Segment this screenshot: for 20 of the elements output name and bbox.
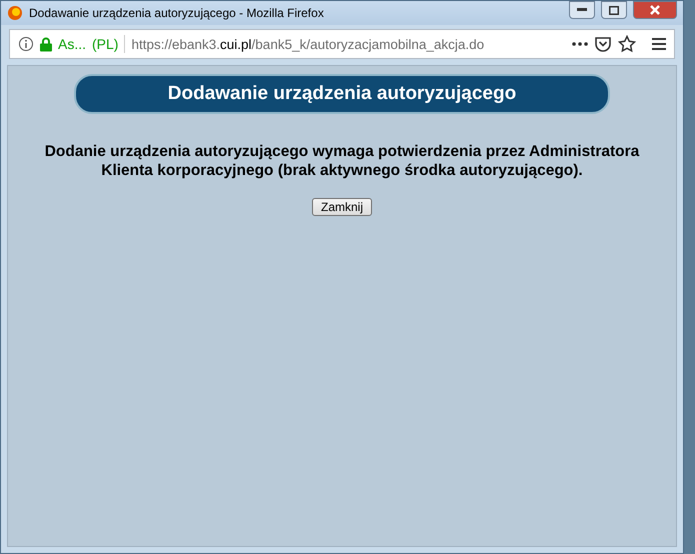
star-icon[interactable] <box>618 35 636 53</box>
maximize-icon <box>609 6 619 14</box>
more-icon[interactable] <box>572 42 588 46</box>
window-title: Dodawanie urządzenia autoryzującego - Mozilla Firefox <box>29 6 325 20</box>
pocket-icon[interactable] <box>594 36 612 52</box>
menu-icon[interactable] <box>652 38 666 50</box>
info-icon[interactable] <box>18 36 34 52</box>
firefox-logo-icon <box>7 5 23 21</box>
close-icon <box>650 5 660 15</box>
close-button[interactable] <box>633 1 677 19</box>
site-country: (PL) <box>92 36 118 52</box>
url-text[interactable]: https://ebank3.cui.pl/bank5_k/autoryzacjamobilna_akcja.do <box>131 36 566 52</box>
maximize-button[interactable] <box>601 1 627 19</box>
page-heading: Dodawanie urządzenia autoryzującego <box>74 74 610 114</box>
lock-icon <box>40 36 52 52</box>
minimize-button[interactable] <box>569 1 595 19</box>
site-identity: As... <box>58 36 86 52</box>
message-text: Dodanie urządzenia autoryzującego wymaga potwierdzenia przez Administratora Klienta korporacyjnego (brak aktywnego środka autoryzującego). <box>44 142 640 180</box>
minimize-icon <box>577 8 587 12</box>
close-dialog-button[interactable]: Zamknij <box>312 198 372 216</box>
